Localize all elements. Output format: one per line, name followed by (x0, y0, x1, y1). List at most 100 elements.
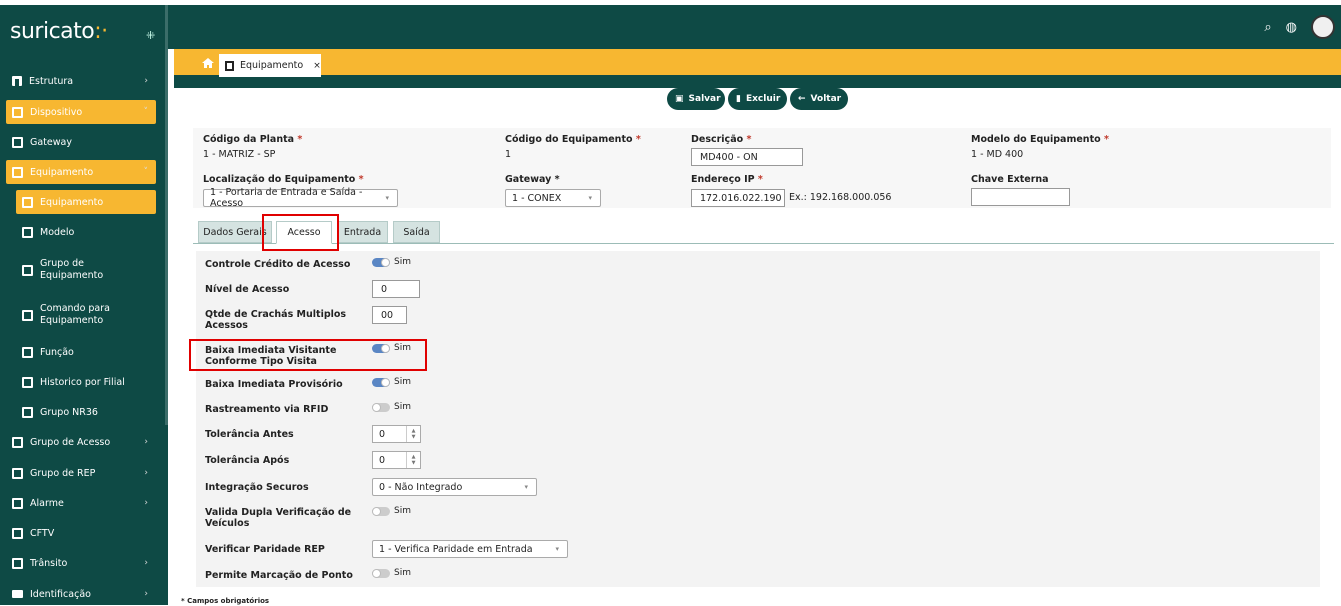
device-icon (12, 467, 23, 479)
home-icon[interactable] (202, 58, 214, 68)
nivel-acesso-label: Nível de Acesso (205, 284, 290, 295)
tab-equipamento[interactable]: Equipamento × (219, 54, 321, 77)
toggle-label: Sim (394, 257, 411, 267)
securos-select[interactable]: 0 - Não Integrado ▾ (372, 478, 537, 496)
device-icon (22, 309, 33, 321)
sidebar-item-identificacao[interactable]: Identificação › (6, 582, 156, 606)
device-icon (12, 557, 23, 569)
sidebar-item-modelo[interactable]: Modelo (16, 220, 156, 244)
tab-dados-gerais[interactable]: Dados Gerais (198, 221, 272, 243)
tab-bar-underline (174, 77, 1341, 88)
crachas-input[interactable]: 00 (372, 306, 407, 324)
sidebar-item-equipamento-group[interactable]: Equipamento ˅ (6, 160, 156, 184)
codigo-value: 1 (505, 149, 512, 160)
device-icon (22, 406, 33, 418)
dupla-verificacao-label: Valida Dupla Verificação de Veículos (205, 507, 352, 529)
highlight-box (189, 339, 427, 371)
chevron-right-icon: › (144, 437, 148, 447)
sidebar-item-grupo-equipamento[interactable]: Grupo de Equipamento (16, 253, 156, 287)
toggle-label: Sim (394, 402, 411, 412)
modelo-value: 1 - MD 400 (971, 149, 1024, 160)
back-button[interactable]: ← Voltar (790, 88, 848, 110)
gateway-select[interactable]: 1 - CONEX ▾ (505, 189, 601, 207)
globe-icon[interactable]: ◍ (1286, 20, 1297, 35)
sidebar-item-gateway[interactable]: Gateway (6, 130, 156, 154)
avatar[interactable] (1311, 15, 1335, 39)
stepper-arrows-icon[interactable]: ▲ ▼ (406, 452, 420, 468)
device-icon (12, 166, 23, 178)
tolerancia-antes-label: Tolerância Antes (205, 429, 294, 440)
device-icon (12, 436, 23, 448)
subtabs-divider (193, 243, 1334, 244)
chevron-down-icon: ▾ (588, 194, 592, 202)
ip-hint: Ex.: 192.168.000.056 (789, 192, 892, 203)
chevron-down-icon: ▾ (524, 483, 528, 491)
delete-button[interactable]: ▮ Excluir (728, 88, 787, 110)
sidebar-item-historico[interactable]: Historico por Filial (16, 370, 156, 394)
tolerancia-antes-stepper[interactable]: 0 ▲ ▼ (372, 425, 421, 443)
sidebar-item-funcao[interactable]: Função (16, 340, 156, 364)
chevron-down-icon: ▾ (555, 545, 559, 553)
acesso-panel (196, 251, 1320, 587)
device-icon (22, 226, 33, 238)
chevron-right-icon: › (144, 589, 148, 599)
marcacao-ponto-toggle[interactable] (372, 569, 390, 578)
dupla-verificacao-toggle[interactable] (372, 507, 390, 516)
device-icon (12, 136, 23, 148)
toggle-label: Sim (394, 568, 411, 578)
planta-label: Código da Planta * (203, 134, 303, 145)
codigo-label: Código do Equipamento * (505, 134, 641, 145)
gateway-label: Gateway * (505, 174, 560, 185)
sidebar-item-transito[interactable]: Trânsito › (6, 551, 156, 575)
chave-label: Chave Externa (971, 174, 1049, 185)
sidebar-item-grupo-rep[interactable]: Grupo de REP › (6, 461, 156, 485)
controle-credito-toggle[interactable] (372, 258, 390, 267)
sidebar-item-equipamento[interactable]: Equipamento (16, 190, 156, 214)
device-icon (12, 497, 23, 509)
chave-input[interactable] (971, 188, 1070, 206)
descricao-input[interactable]: MD400 - ON (691, 148, 803, 166)
chevron-right-icon: › (144, 498, 148, 508)
baixa-provisorio-toggle[interactable] (372, 378, 390, 387)
save-button[interactable]: ▣ Salvar (667, 88, 725, 110)
tolerancia-apos-stepper[interactable]: 0 ▲ ▼ (372, 451, 421, 469)
required-footnote: * Campos obrigatórios (181, 597, 270, 605)
paridade-select[interactable]: 1 - Verifica Paridade em Entrada ▾ (372, 540, 568, 558)
rfid-label: Rastreamento via RFID (205, 404, 329, 415)
ip-input[interactable]: 172.016.022.190 (691, 189, 785, 207)
device-icon (22, 376, 33, 388)
sidebar-item-cftv[interactable]: CFTV (6, 521, 156, 545)
nivel-acesso-input[interactable]: 0 (372, 280, 420, 298)
collapse-sidebar-icon[interactable]: ⁜ (146, 29, 155, 42)
sidebar-item-comando[interactable]: Comando para Equipamento (16, 298, 156, 332)
ip-label: Endereço IP * (691, 174, 763, 185)
sidebar-item-grupo-nr36[interactable]: Grupo NR36 (16, 400, 156, 424)
stepper-arrows-icon[interactable]: ▲ ▼ (406, 426, 420, 442)
close-icon[interactable]: × (313, 61, 321, 71)
highlight-box (262, 214, 339, 251)
sidebar-item-estrutura[interactable]: Estrutura › (6, 69, 156, 93)
trash-icon: ▮ (736, 94, 741, 104)
rfid-toggle[interactable] (372, 403, 390, 412)
device-icon (12, 527, 23, 539)
id-card-icon (12, 590, 23, 598)
baixa-provisorio-label: Baixa Imediata Provisório (205, 379, 343, 390)
chevron-right-icon: › (144, 76, 148, 86)
sidebar-item-alarme[interactable]: Alarme › (6, 491, 156, 515)
search-icon[interactable]: ⌕ (1264, 20, 1271, 35)
logo: suricato:· (10, 19, 108, 44)
chevron-down-icon: ▾ (385, 194, 389, 202)
tab-saida[interactable]: Saída (393, 221, 440, 243)
sidebar-item-grupo-acesso[interactable]: Grupo de Acesso › (6, 430, 156, 454)
tab-entrada[interactable]: Entrada (337, 221, 388, 243)
chevron-right-icon: › (144, 558, 148, 568)
descricao-label: Descrição * (691, 134, 752, 145)
chevron-right-icon: › (144, 468, 148, 478)
building-icon (12, 76, 22, 86)
localizacao-select[interactable]: 1 - Portaria de Entrada e Saída - Acesso… (203, 187, 398, 209)
controle-credito-label: Controle Crédito de Acesso (205, 259, 351, 270)
sidebar-item-dispositivo[interactable]: Dispositivo ˅ (6, 100, 156, 124)
top-header: ⌕ ◍ (168, 5, 1341, 49)
device-icon (22, 196, 33, 208)
sidebar-scrollbar[interactable] (165, 5, 168, 425)
